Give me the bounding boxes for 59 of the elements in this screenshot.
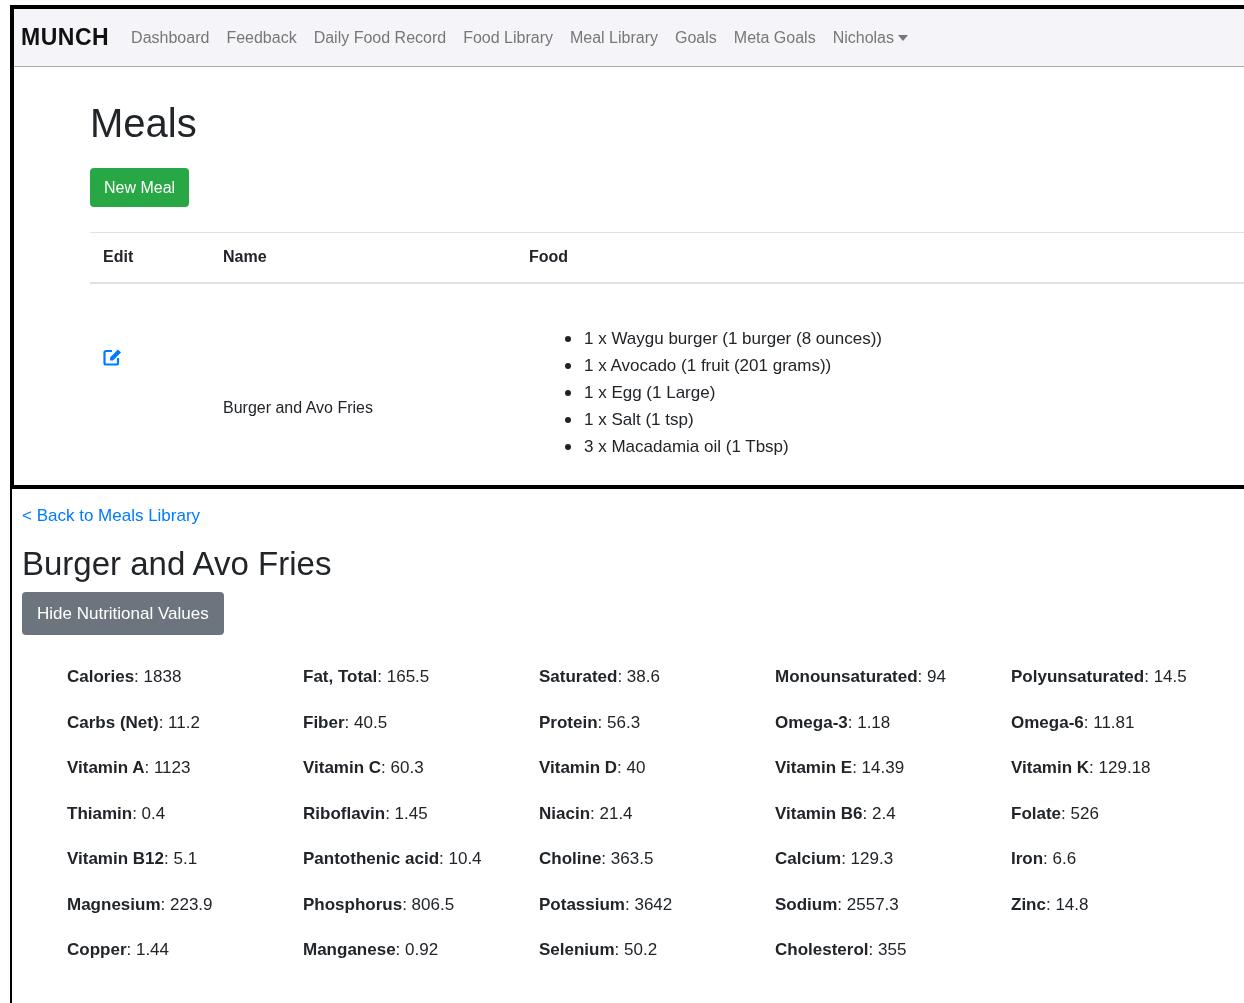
hide-nutrition-button[interactable]: Hide Nutritional Values — [22, 592, 224, 636]
page-title: Meals — [90, 103, 198, 143]
user-menu[interactable]: Nicholas — [832, 28, 908, 47]
table-cell: Burger and Avo Fries — [210, 282, 516, 485]
nav-link[interactable]: Food Library — [463, 28, 553, 47]
nutrient-value: Manganese: 0.92 — [303, 939, 440, 962]
nutrient-value: Fat, Total: 165.5 — [303, 666, 431, 689]
nutrient-value: Potassium: 3642 — [539, 893, 674, 916]
meal-title: Burger and Avo Fries — [22, 546, 333, 583]
nutrient-value: Magnesium: 223.9 — [67, 893, 214, 916]
nutrient-value: Carbs (Net): 11.2 — [67, 711, 201, 734]
nutrient-value: Sodium: 2557.3 — [775, 893, 900, 916]
food-item: 1 x Waygu burger (1 burger (8 ounces)) — [565, 325, 1231, 352]
back-link[interactable]: < Back to Meals Library — [22, 506, 201, 525]
column-header: Name — [210, 232, 516, 283]
nutrient-value: Riboflavin: 1.45 — [303, 802, 429, 825]
nav-link[interactable]: Meta Goals — [733, 28, 816, 47]
nav-link[interactable]: Dashboard — [131, 28, 210, 47]
nutrient-value: Omega-3: 1.18 — [775, 711, 892, 734]
nutrient-value: Vitamin B6: 2.4 — [775, 802, 897, 825]
nutrient-value: Saturated: 38.6 — [539, 666, 661, 689]
nav-link[interactable]: Daily Food Record — [313, 28, 447, 47]
nutrient-value: Iron: 6.6 — [1011, 848, 1078, 871]
nutrient-value: Choline: 363.5 — [539, 848, 655, 871]
nutrient-value: Polyunsaturated: 14.5 — [1011, 666, 1188, 689]
nutrient-value: Fiber: 40.5 — [303, 711, 389, 734]
food-item: 1 x Avocado (1 fruit (201 grams)) — [565, 352, 1231, 379]
nutrient-value: Protein: 56.3 — [539, 711, 642, 734]
nutrient-value: Vitamin K: 129.18 — [1011, 757, 1152, 780]
nutrient-value: Vitamin C: 60.3 — [303, 757, 425, 780]
column-header: Food — [516, 232, 1244, 283]
nutrient-value: Monounsaturated: 94 — [775, 666, 947, 689]
nutrient-value: Omega-6: 11.81 — [1011, 711, 1136, 734]
nutrient-value: Folate: 526 — [1011, 802, 1100, 825]
caret-icon — [898, 34, 908, 41]
nutrient-value: Vitamin B12: 5.1 — [67, 848, 199, 871]
nav-link[interactable]: Feedback — [226, 28, 297, 47]
food-item: 3 x Macadamia oil (1 Tbsp) — [565, 433, 1231, 460]
brand-logo[interactable]: MUNCH — [21, 24, 110, 51]
new-meal-button[interactable]: New Meal — [90, 168, 190, 207]
nutrient-value: Calories: 1838 — [67, 666, 183, 689]
nutrient-value: Phosphorus: 806.5 — [303, 893, 456, 916]
nutrient-value: Vitamin D: 40 — [539, 757, 647, 780]
nutrient-value: Zinc: 14.8 — [1011, 893, 1090, 916]
food-item: 1 x Salt (1 tsp) — [565, 406, 1231, 433]
column-header: Edit — [90, 232, 210, 283]
nutrient-value: Calcium: 129.3 — [775, 848, 895, 871]
nav-link[interactable]: Meal Library — [570, 28, 658, 47]
nutrient-value: Thiamin: 0.4 — [67, 802, 167, 825]
nutrient-value: Copper: 1.44 — [67, 939, 171, 962]
nutrient-value: Vitamin A: 1123 — [67, 757, 192, 780]
nutrient-value: Vitamin E: 14.39 — [775, 757, 906, 780]
edit-icon[interactable] — [103, 347, 123, 366]
nutrient-value: Pantothenic acid: 10.4 — [303, 848, 483, 871]
nutrient-value: Niacin: 21.4 — [539, 802, 634, 825]
nutrient-value: Selenium: 50.2 — [539, 939, 659, 962]
nutrient-value: Cholesterol: 355 — [775, 939, 908, 962]
nav-link[interactable]: Goals — [675, 28, 717, 47]
food-item: 1 x Egg (1 Large) — [565, 379, 1231, 406]
